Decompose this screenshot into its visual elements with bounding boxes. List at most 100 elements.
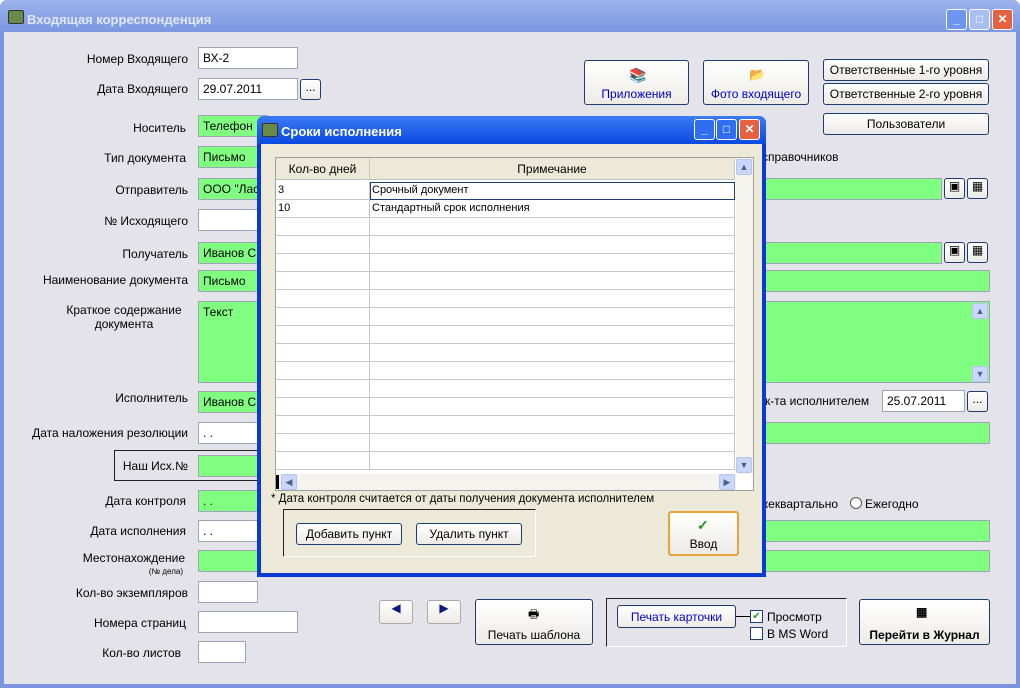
sender-table-button[interactable]: ▦ <box>967 178 988 199</box>
recipient-input-right[interactable] <box>760 242 942 264</box>
cell-days[interactable] <box>276 398 370 416</box>
copies-input[interactable] <box>198 581 258 603</box>
cell-note[interactable] <box>370 434 735 452</box>
delete-item-button[interactable]: Удалить пункт <box>416 523 522 545</box>
cell-note[interactable] <box>370 398 735 416</box>
sender-input-right[interactable] <box>760 178 942 200</box>
summary-input-right[interactable] <box>760 301 990 383</box>
cell-note[interactable] <box>370 218 735 236</box>
responsible-level2-button[interactable]: Ответственные 2-го уровня <box>823 83 989 105</box>
table-row[interactable] <box>276 380 735 398</box>
resolution-text-input[interactable] <box>760 422 990 444</box>
deadlines-grid[interactable]: Кол-во дней Примечание 3 Срочный документ… <box>275 157 754 491</box>
doc-name-input-right[interactable] <box>760 270 990 292</box>
cell-note[interactable] <box>370 380 735 398</box>
exec-received-date-input[interactable]: 25.07.2011 <box>882 390 965 412</box>
yearly-radio[interactable] <box>850 497 862 509</box>
table-row[interactable] <box>276 218 735 236</box>
dialog-maximize-button[interactable]: □ <box>716 119 737 140</box>
responsible-level1-button[interactable]: Ответственные 1-го уровня <box>823 59 989 81</box>
cell-note[interactable] <box>370 308 735 326</box>
recipient-table-button[interactable]: ▦ <box>967 242 988 263</box>
users-button[interactable]: Пользователи <box>823 113 989 135</box>
table-row[interactable] <box>276 398 735 416</box>
scroll-down-icon[interactable]: ▼ <box>736 457 752 473</box>
table-row[interactable] <box>276 452 735 470</box>
minimize-button[interactable]: _ <box>946 9 967 30</box>
table-row[interactable] <box>276 290 735 308</box>
incoming-date-picker-button[interactable]: ... <box>300 79 321 100</box>
cell-note[interactable] <box>370 344 735 362</box>
ms-word-checkbox[interactable] <box>750 627 763 640</box>
table-row[interactable] <box>276 416 735 434</box>
table-row[interactable] <box>276 308 735 326</box>
cell-days[interactable] <box>276 272 370 290</box>
close-button[interactable]: ✕ <box>992 9 1013 30</box>
cell-note[interactable] <box>370 452 735 470</box>
table-row[interactable] <box>276 434 735 452</box>
cell-note[interactable]: Срочный документ <box>370 182 735 200</box>
scroll-up-icon[interactable]: ▲ <box>736 159 752 175</box>
cell-days[interactable] <box>276 452 370 470</box>
location-input-right[interactable] <box>760 550 990 572</box>
horizontal-scrollbar[interactable]: ◀ ▶ <box>276 474 736 490</box>
cell-days[interactable] <box>276 326 370 344</box>
dialog-minimize-button[interactable]: _ <box>694 119 715 140</box>
table-row[interactable] <box>276 236 735 254</box>
cell-days[interactable] <box>276 362 370 380</box>
scroll-left-icon[interactable]: ◀ <box>281 474 297 490</box>
cell-note[interactable] <box>370 326 735 344</box>
table-row[interactable] <box>276 344 735 362</box>
recipient-card-button[interactable]: ▣ <box>944 242 965 263</box>
cell-days[interactable] <box>276 380 370 398</box>
table-row[interactable]: 3 Срочный документ <box>276 182 735 200</box>
cell-days[interactable] <box>276 290 370 308</box>
cell-note[interactable] <box>370 416 735 434</box>
scroll-right-icon[interactable]: ▶ <box>719 474 735 490</box>
go-journal-button[interactable]: ▦ Перейти в Журнал <box>859 599 990 645</box>
print-card-button[interactable]: Печать карточки <box>617 605 736 628</box>
cell-days[interactable] <box>276 236 370 254</box>
table-row[interactable] <box>276 326 735 344</box>
exec-received-date-picker[interactable]: ... <box>967 391 988 412</box>
maximize-button[interactable]: □ <box>969 9 990 30</box>
enter-button[interactable]: ✓ Ввод <box>668 511 739 556</box>
page-numbers-input[interactable] <box>198 611 298 633</box>
cell-days[interactable]: 3 <box>276 182 370 200</box>
column-header-note[interactable]: Примечание <box>370 158 735 180</box>
attachments-button[interactable]: 📚 Приложения <box>584 60 689 105</box>
cell-days[interactable]: 10 <box>276 200 370 218</box>
cell-days[interactable] <box>276 416 370 434</box>
sender-card-button[interactable]: ▣ <box>944 178 965 199</box>
cell-note[interactable] <box>370 236 735 254</box>
incoming-date-input[interactable]: 29.07.2011 <box>198 78 298 100</box>
execution-text-input[interactable] <box>760 520 990 542</box>
incoming-number-input[interactable]: ВХ-2 <box>198 47 298 69</box>
table-row[interactable]: 10 Стандартный срок исполнения <box>276 200 735 218</box>
cell-days[interactable] <box>276 254 370 272</box>
table-row[interactable] <box>276 254 735 272</box>
add-item-button[interactable]: Добавить пункт <box>296 523 402 545</box>
summary-scroll-down[interactable]: ▼ <box>972 366 988 382</box>
preview-checkbox[interactable]: ✔ <box>750 610 763 623</box>
cell-days[interactable] <box>276 308 370 326</box>
dialog-close-button[interactable]: ✕ <box>739 119 760 140</box>
column-header-days[interactable]: Кол-во дней <box>276 158 370 180</box>
print-template-button[interactable]: 🖶 Печать шаблона <box>475 599 593 645</box>
next-record-button[interactable]: ▶ <box>427 600 461 624</box>
sheets-input[interactable] <box>198 641 246 663</box>
cell-note[interactable] <box>370 290 735 308</box>
cell-note[interactable] <box>370 254 735 272</box>
cell-days[interactable] <box>276 344 370 362</box>
cell-note[interactable] <box>370 362 735 380</box>
cell-days[interactable] <box>276 434 370 452</box>
cell-note[interactable]: Стандартный срок исполнения <box>370 200 735 218</box>
vertical-scrollbar[interactable]: ▲ ▼ <box>736 158 753 474</box>
summary-scroll-up[interactable]: ▲ <box>972 303 988 319</box>
cell-note[interactable] <box>370 272 735 290</box>
prev-record-button[interactable]: ◀ <box>379 600 413 624</box>
table-row[interactable] <box>276 362 735 380</box>
cell-days[interactable] <box>276 218 370 236</box>
table-row[interactable] <box>276 272 735 290</box>
photo-button[interactable]: 📂 Фото входящего <box>703 60 809 105</box>
